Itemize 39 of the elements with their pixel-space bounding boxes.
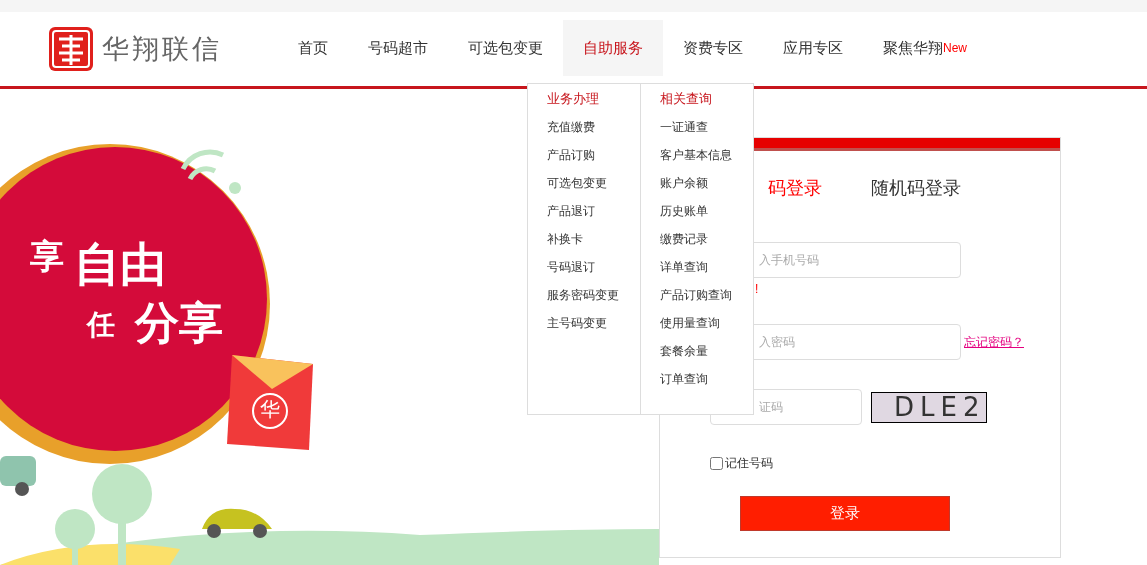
menu-item[interactable]: 客户基本信息	[660, 145, 753, 173]
menu-item[interactable]: 产品退订	[547, 201, 640, 229]
menu-item[interactable]: 可选包变更	[547, 173, 640, 201]
nav-link[interactable]: 自助服务	[563, 20, 663, 76]
menu-item[interactable]: 号码退订	[547, 257, 640, 285]
nav-link[interactable]: 聚焦华翔New	[863, 20, 987, 76]
menu-item[interactable]: 一证通查	[660, 117, 753, 145]
menu-item[interactable]: 产品订购	[547, 145, 640, 173]
captcha-field[interactable]: 证码	[710, 389, 862, 425]
nav-link[interactable]: 可选包变更	[448, 20, 563, 76]
nav-link[interactable]: 应用专区	[763, 20, 863, 76]
slogan-text: 自由	[74, 241, 166, 287]
forgot-password-link[interactable]: 忘记密码？	[964, 333, 1024, 351]
nav-link[interactable]: 号码超市	[348, 20, 448, 76]
remember-checkbox[interactable]	[710, 456, 723, 470]
menu-heading: 业务办理	[547, 90, 600, 108]
brand-name: 华翔联信	[102, 32, 222, 66]
menu-item[interactable]: 产品订购查询	[660, 285, 753, 313]
slogan-text: 任	[87, 311, 115, 339]
envelope-mark: 华	[260, 399, 280, 419]
login-button[interactable]: 登录	[740, 496, 950, 531]
menu-item[interactable]: 补换卡	[547, 229, 640, 257]
menu-item[interactable]: 充值缴费	[547, 117, 640, 145]
menu-item[interactable]: 账户余额	[660, 173, 753, 201]
nav-link[interactable]: 资费专区	[663, 20, 763, 76]
menu-item[interactable]: 历史账单	[660, 201, 753, 229]
logo-icon	[48, 26, 94, 72]
menu-item[interactable]: 服务密码变更	[547, 285, 640, 313]
menu-item[interactable]: 主号码变更	[547, 313, 640, 341]
captcha-image[interactable]: DLE2	[871, 391, 987, 423]
login-tab[interactable]: 随机码登录	[871, 174, 961, 202]
slogan-text: 分享	[135, 301, 223, 345]
error-text: !	[755, 282, 760, 296]
login-tab[interactable]: 码登录	[768, 174, 822, 202]
slogan-text: 享	[30, 239, 64, 273]
menu-heading: 相关查询	[660, 90, 713, 108]
new-label: New	[943, 40, 967, 57]
nav-link[interactable]: 首页	[278, 20, 348, 76]
remember-label: 记住号码	[725, 455, 773, 472]
